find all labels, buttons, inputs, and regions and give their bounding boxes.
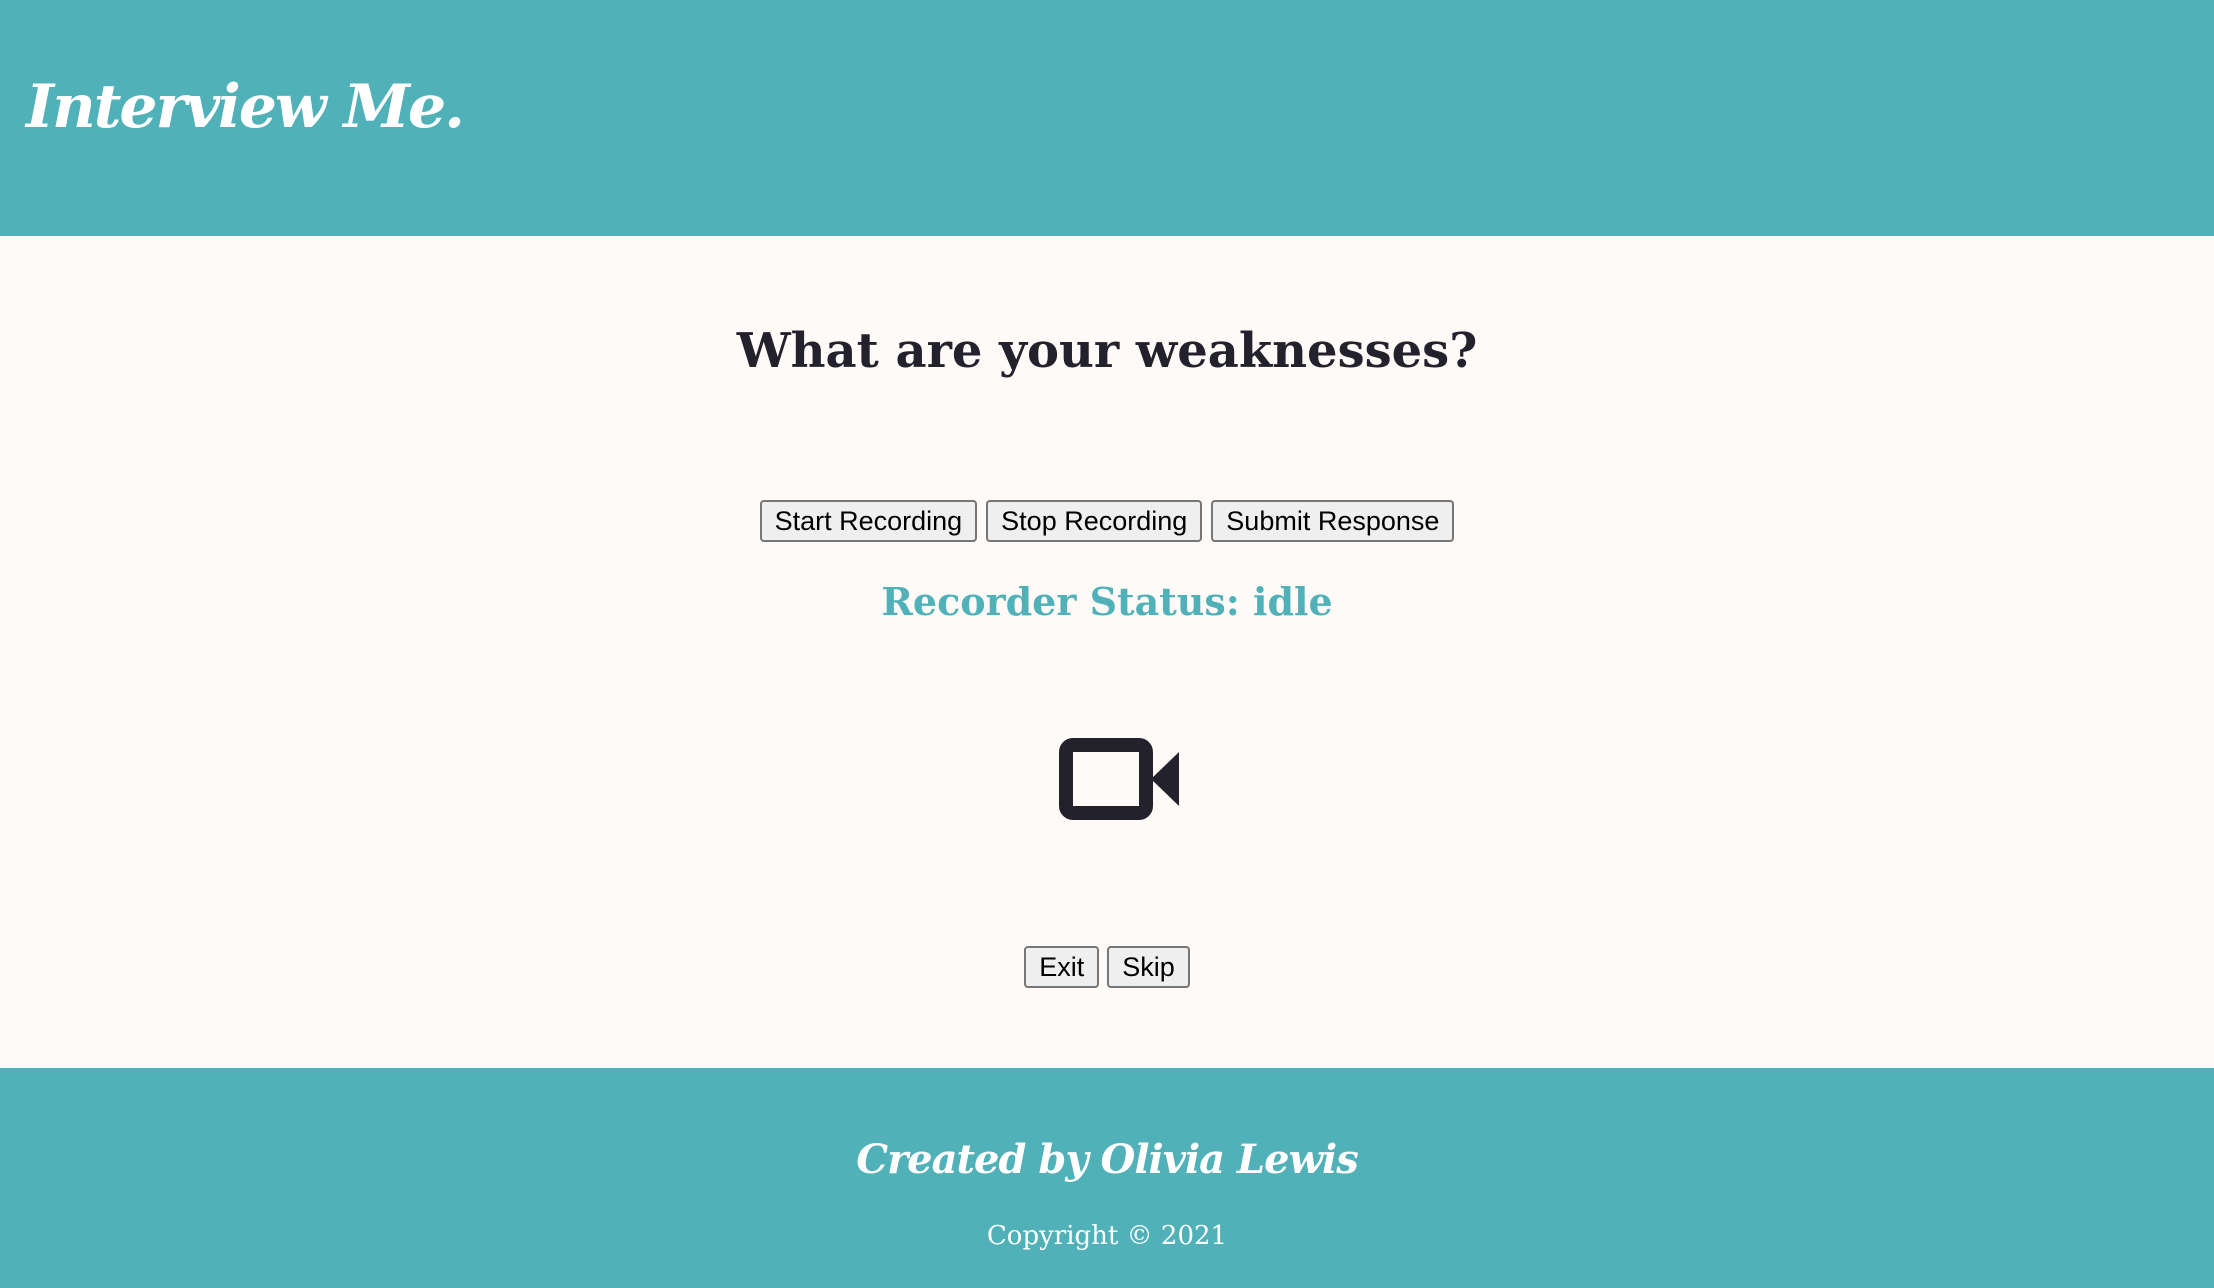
footer-copyright: Copyright © 2021 (986, 1221, 1228, 1251)
skip-button[interactable]: Skip (1107, 946, 1190, 988)
start-recording-button[interactable]: Start Recording (759, 500, 978, 542)
recorder-status: Recorder Status: idle (881, 579, 1333, 624)
recording-controls: Start Recording Stop Recording Submit Re… (0, 500, 2214, 542)
exit-button[interactable]: Exit (1024, 946, 1100, 988)
video-camera-icon (1059, 738, 1179, 820)
brand-logo[interactable]: Interview Me. (26, 62, 465, 152)
submit-response-button[interactable]: Submit Response (1211, 500, 1455, 542)
footer-credit: Created by Olivia Lewis (856, 1136, 1358, 1183)
stop-recording-button[interactable]: Stop Recording (986, 500, 1203, 542)
question-heading: What are your weaknesses? (736, 323, 1478, 379)
site-header: Interview Me. (0, 0, 2214, 236)
site-footer: Created by Olivia Lewis Copyright © 2021 (0, 1068, 2214, 1288)
question-navigation: Exit Skip (0, 946, 2214, 988)
interview-panel: What are your weaknesses? Start Recordin… (0, 236, 2214, 1068)
